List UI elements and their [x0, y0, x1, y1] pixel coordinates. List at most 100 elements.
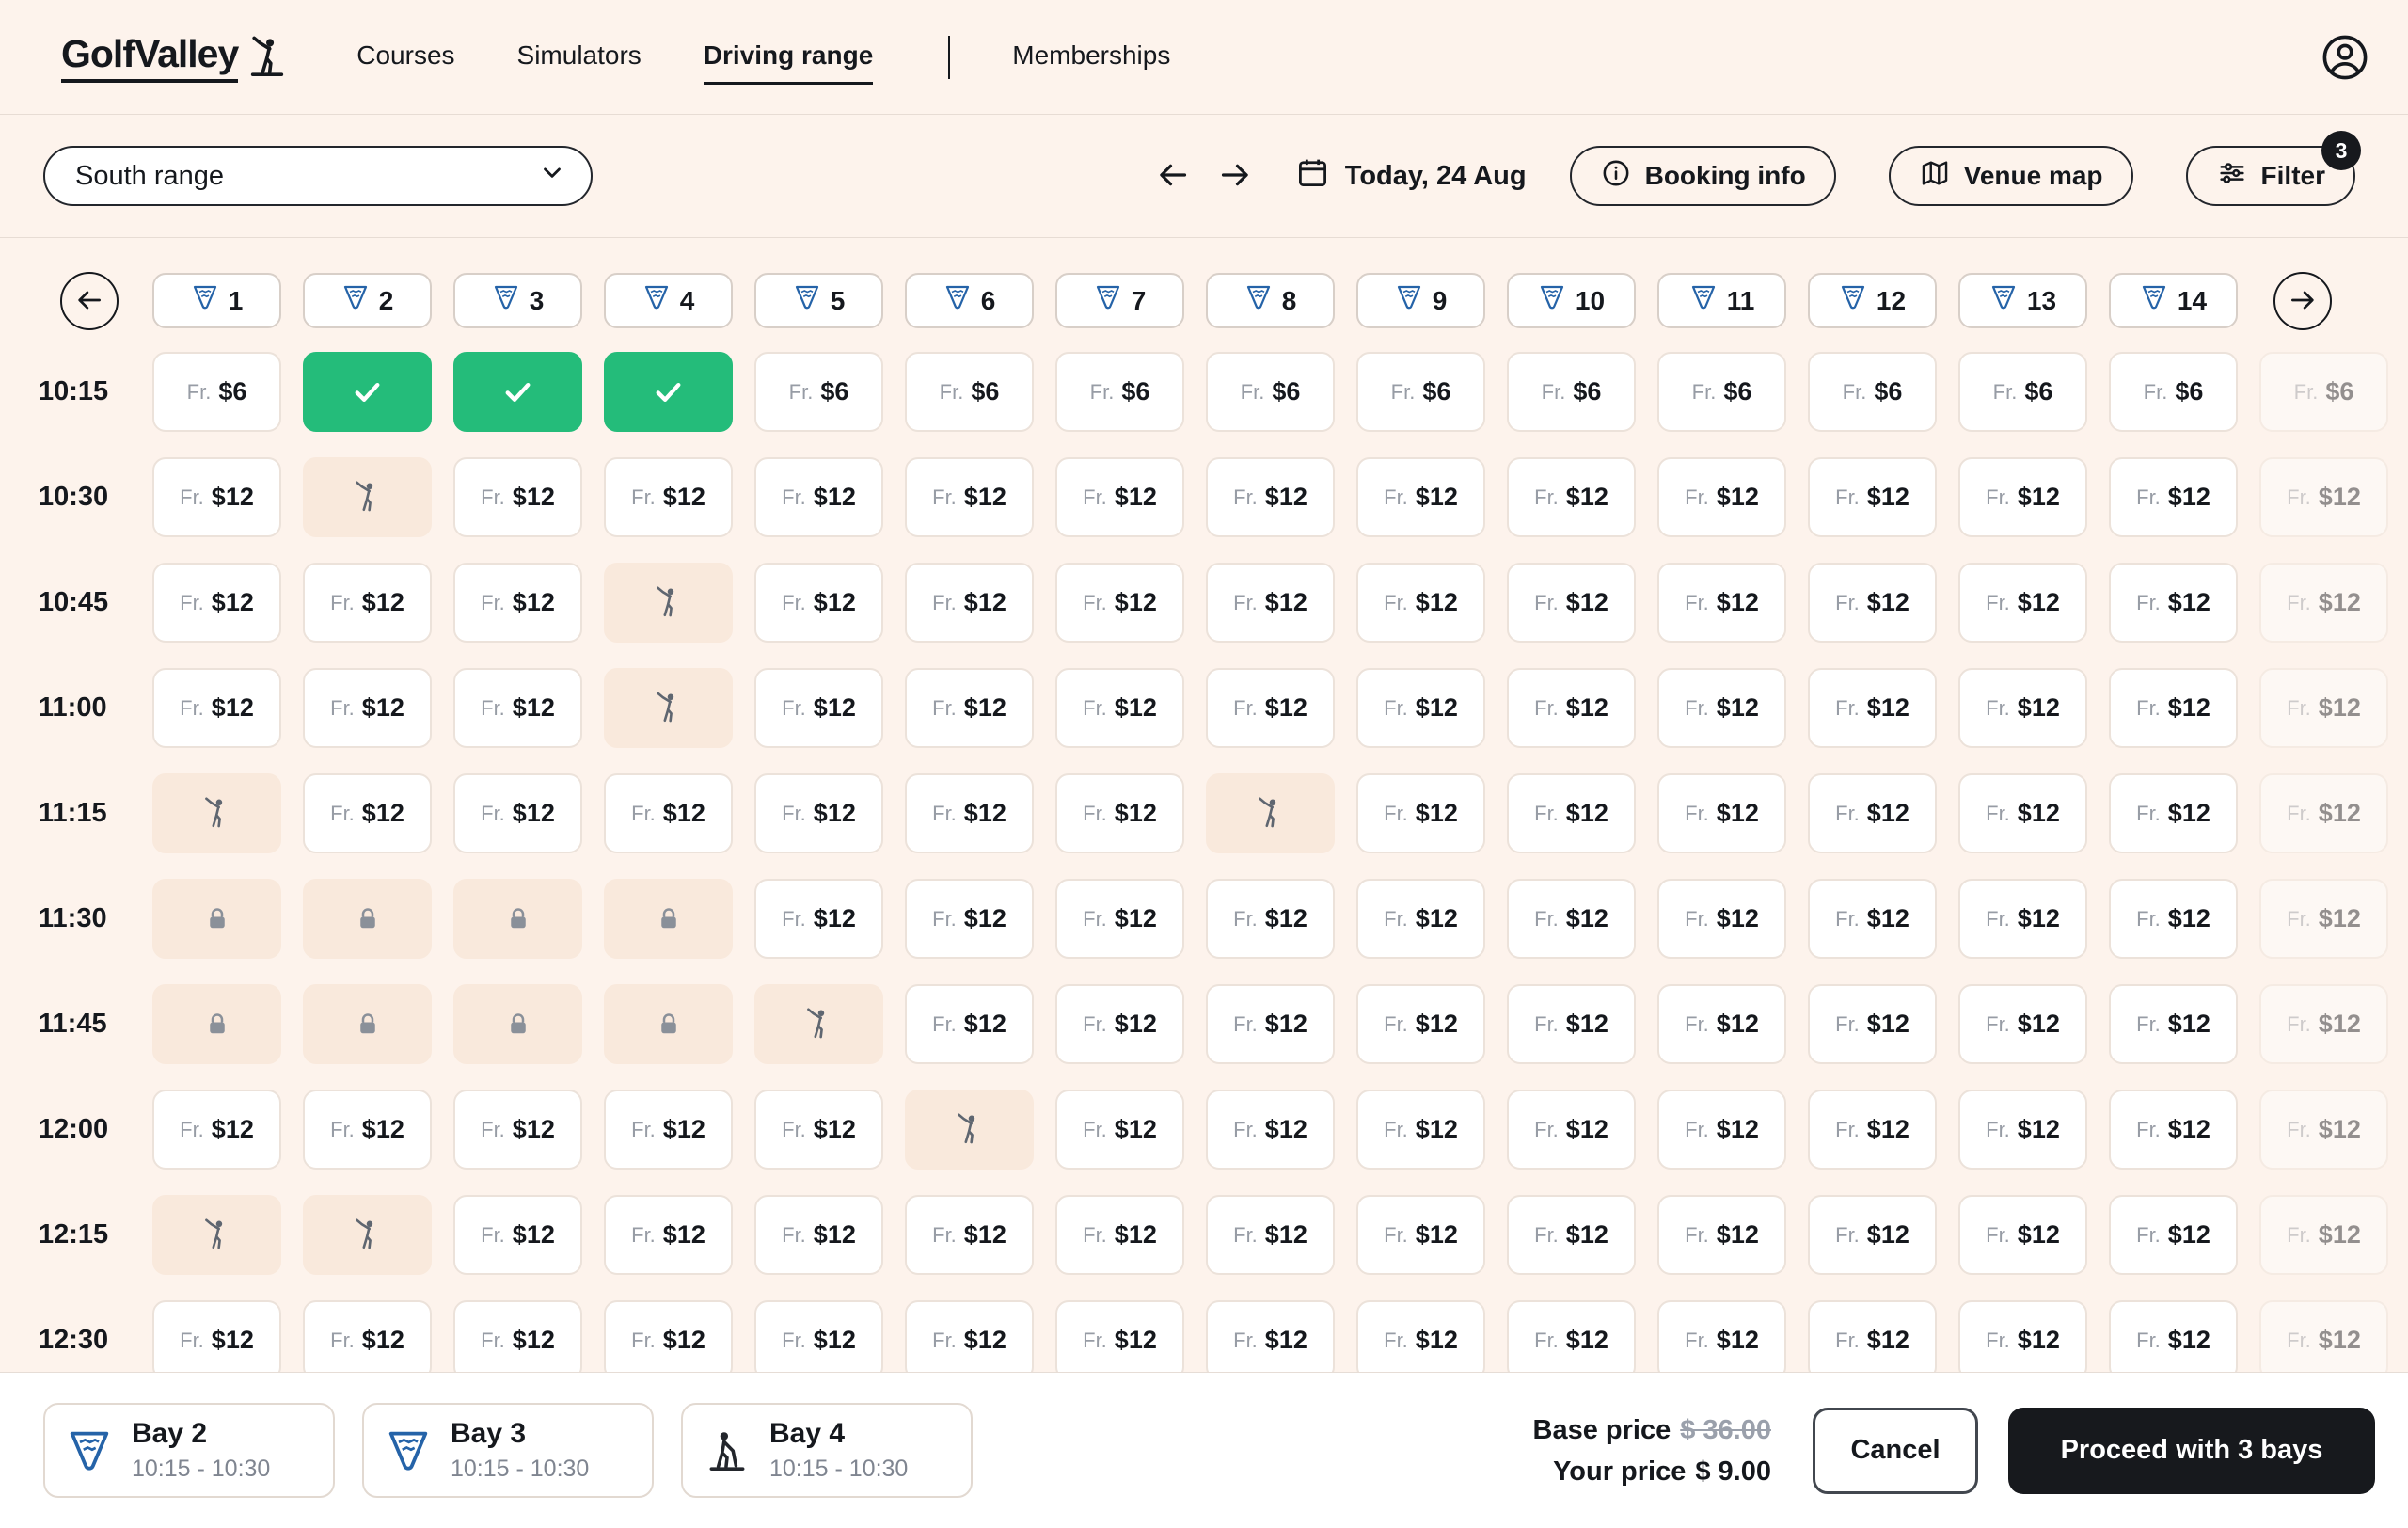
nav-memberships[interactable]: Memberships: [1012, 29, 1170, 85]
cell-1100-bay3[interactable]: Fr.$12: [453, 668, 582, 748]
cell-1030-bay5[interactable]: Fr.$12: [754, 457, 883, 537]
filter-button[interactable]: Filter 3: [2186, 146, 2355, 206]
nav-courses[interactable]: Courses: [356, 29, 454, 85]
cell-1215-bay14[interactable]: Fr.$12: [2109, 1195, 2238, 1275]
cell-1100-bay7[interactable]: Fr.$12: [1055, 668, 1184, 748]
cell-1230-bay12[interactable]: Fr.$12: [1808, 1300, 1937, 1372]
cell-1215-bay6[interactable]: Fr.$12: [905, 1195, 1034, 1275]
cell-1015-bay11[interactable]: Fr.$6: [1657, 352, 1786, 432]
cell-1015-bay1[interactable]: Fr.$6: [152, 352, 281, 432]
cell-1030-bay4[interactable]: Fr.$12: [604, 457, 733, 537]
next-day-button[interactable]: [1212, 153, 1258, 199]
cell-1045-bay7[interactable]: Fr.$12: [1055, 563, 1184, 643]
cell-1100-bay2[interactable]: Fr.$12: [303, 668, 432, 748]
cell-1200-bay10[interactable]: Fr.$12: [1507, 1090, 1636, 1170]
cell-1230-bay11[interactable]: Fr.$12: [1657, 1300, 1786, 1372]
cell-1130-bay7[interactable]: Fr.$12: [1055, 879, 1184, 959]
prev-day-button[interactable]: [1150, 153, 1196, 199]
cell-1200-bay1[interactable]: Fr.$12: [152, 1090, 281, 1170]
cell-1030-bay12[interactable]: Fr.$12: [1808, 457, 1937, 537]
cell-1115-bay3[interactable]: Fr.$12: [453, 773, 582, 853]
cell-1015-bay10[interactable]: Fr.$6: [1507, 352, 1636, 432]
cell-1230-bay7[interactable]: Fr.$12: [1055, 1300, 1184, 1372]
brand-logo[interactable]: GolfValley: [61, 32, 289, 83]
cell-1100-bay5[interactable]: Fr.$12: [754, 668, 883, 748]
cell-1145-bay13[interactable]: Fr.$12: [1958, 984, 2087, 1064]
cell-1115-bay14[interactable]: Fr.$12: [2109, 773, 2238, 853]
cell-1045-bay8[interactable]: Fr.$12: [1206, 563, 1335, 643]
selected-bay-card-bay-3[interactable]: Bay 310:15 - 10:30: [362, 1403, 654, 1498]
cell-1200-bay12[interactable]: Fr.$12: [1808, 1090, 1937, 1170]
cell-1030-bay8[interactable]: Fr.$12: [1206, 457, 1335, 537]
cancel-button[interactable]: Cancel: [1813, 1408, 1978, 1494]
cell-1145-bay12[interactable]: Fr.$12: [1808, 984, 1937, 1064]
cell-1015-bay7[interactable]: Fr.$6: [1055, 352, 1184, 432]
cell-1045-bay10[interactable]: Fr.$12: [1507, 563, 1636, 643]
cell-1215-bay9[interactable]: Fr.$12: [1356, 1195, 1485, 1275]
cell-1145-bay8[interactable]: Fr.$12: [1206, 984, 1335, 1064]
cell-1115-bay12[interactable]: Fr.$12: [1808, 773, 1937, 853]
cell-1200-bay3[interactable]: Fr.$12: [453, 1090, 582, 1170]
cell-1130-bay9[interactable]: Fr.$12: [1356, 879, 1485, 959]
scroll-bays-left-button[interactable]: [60, 272, 119, 330]
cell-1100-bay14[interactable]: Fr.$12: [2109, 668, 2238, 748]
cell-1045-bay13[interactable]: Fr.$12: [1958, 563, 2087, 643]
nav-simulators[interactable]: Simulators: [517, 29, 642, 85]
cell-1015-bay3[interactable]: [453, 352, 582, 432]
cell-1030-bay13[interactable]: Fr.$12: [1958, 457, 2087, 537]
cell-1130-bay12[interactable]: Fr.$12: [1808, 879, 1937, 959]
cell-1215-bay10[interactable]: Fr.$12: [1507, 1195, 1636, 1275]
cell-1230-bay8[interactable]: Fr.$12: [1206, 1300, 1335, 1372]
cell-1215-bay13[interactable]: Fr.$12: [1958, 1195, 2087, 1275]
cell-1015-bay13[interactable]: Fr.$6: [1958, 352, 2087, 432]
cell-1130-bay6[interactable]: Fr.$12: [905, 879, 1034, 959]
cell-1115-bay13[interactable]: Fr.$12: [1958, 773, 2087, 853]
cell-1230-bay14[interactable]: Fr.$12: [2109, 1300, 2238, 1372]
cell-1200-bay5[interactable]: Fr.$12: [754, 1090, 883, 1170]
cell-1100-bay12[interactable]: Fr.$12: [1808, 668, 1937, 748]
cell-1200-bay2[interactable]: Fr.$12: [303, 1090, 432, 1170]
cell-1115-bay4[interactable]: Fr.$12: [604, 773, 733, 853]
cell-1045-bay9[interactable]: Fr.$12: [1356, 563, 1485, 643]
cell-1030-bay7[interactable]: Fr.$12: [1055, 457, 1184, 537]
cell-1130-bay5[interactable]: Fr.$12: [754, 879, 883, 959]
selected-bay-card-bay-2[interactable]: Bay 210:15 - 10:30: [43, 1403, 335, 1498]
cell-1045-bay12[interactable]: Fr.$12: [1808, 563, 1937, 643]
cell-1145-bay7[interactable]: Fr.$12: [1055, 984, 1184, 1064]
cell-1100-bay11[interactable]: Fr.$12: [1657, 668, 1786, 748]
cell-1030-bay14[interactable]: Fr.$12: [2109, 457, 2238, 537]
scroll-bays-right-button[interactable]: [2273, 272, 2332, 330]
cell-1030-bay10[interactable]: Fr.$12: [1507, 457, 1636, 537]
cell-1115-bay11[interactable]: Fr.$12: [1657, 773, 1786, 853]
cell-1145-bay9[interactable]: Fr.$12: [1356, 984, 1485, 1064]
cell-1130-bay10[interactable]: Fr.$12: [1507, 879, 1636, 959]
profile-button[interactable]: [2320, 32, 2370, 83]
cell-1045-bay1[interactable]: Fr.$12: [152, 563, 281, 643]
cell-1100-bay9[interactable]: Fr.$12: [1356, 668, 1485, 748]
cell-1015-bay12[interactable]: Fr.$6: [1808, 352, 1937, 432]
cell-1230-bay4[interactable]: Fr.$12: [604, 1300, 733, 1372]
cell-1045-bay14[interactable]: Fr.$12: [2109, 563, 2238, 643]
cell-1030-bay3[interactable]: Fr.$12: [453, 457, 582, 537]
cell-1145-bay14[interactable]: Fr.$12: [2109, 984, 2238, 1064]
cell-1230-bay3[interactable]: Fr.$12: [453, 1300, 582, 1372]
cell-1130-bay14[interactable]: Fr.$12: [2109, 879, 2238, 959]
cell-1045-bay5[interactable]: Fr.$12: [754, 563, 883, 643]
cell-1215-bay5[interactable]: Fr.$12: [754, 1195, 883, 1275]
cell-1045-bay11[interactable]: Fr.$12: [1657, 563, 1786, 643]
cell-1200-bay14[interactable]: Fr.$12: [2109, 1090, 2238, 1170]
cell-1015-bay6[interactable]: Fr.$6: [905, 352, 1034, 432]
cell-1045-bay6[interactable]: Fr.$12: [905, 563, 1034, 643]
cell-1115-bay2[interactable]: Fr.$12: [303, 773, 432, 853]
cell-1015-bay2[interactable]: [303, 352, 432, 432]
cell-1015-bay5[interactable]: Fr.$6: [754, 352, 883, 432]
cell-1230-bay1[interactable]: Fr.$12: [152, 1300, 281, 1372]
cell-1115-bay7[interactable]: Fr.$12: [1055, 773, 1184, 853]
cell-1015-bay14[interactable]: Fr.$6: [2109, 352, 2238, 432]
cell-1015-bay8[interactable]: Fr.$6: [1206, 352, 1335, 432]
cell-1230-bay2[interactable]: Fr.$12: [303, 1300, 432, 1372]
cell-1115-bay5[interactable]: Fr.$12: [754, 773, 883, 853]
cell-1200-bay13[interactable]: Fr.$12: [1958, 1090, 2087, 1170]
proceed-button[interactable]: Proceed with 3 bays: [2008, 1408, 2375, 1494]
cell-1130-bay13[interactable]: Fr.$12: [1958, 879, 2087, 959]
